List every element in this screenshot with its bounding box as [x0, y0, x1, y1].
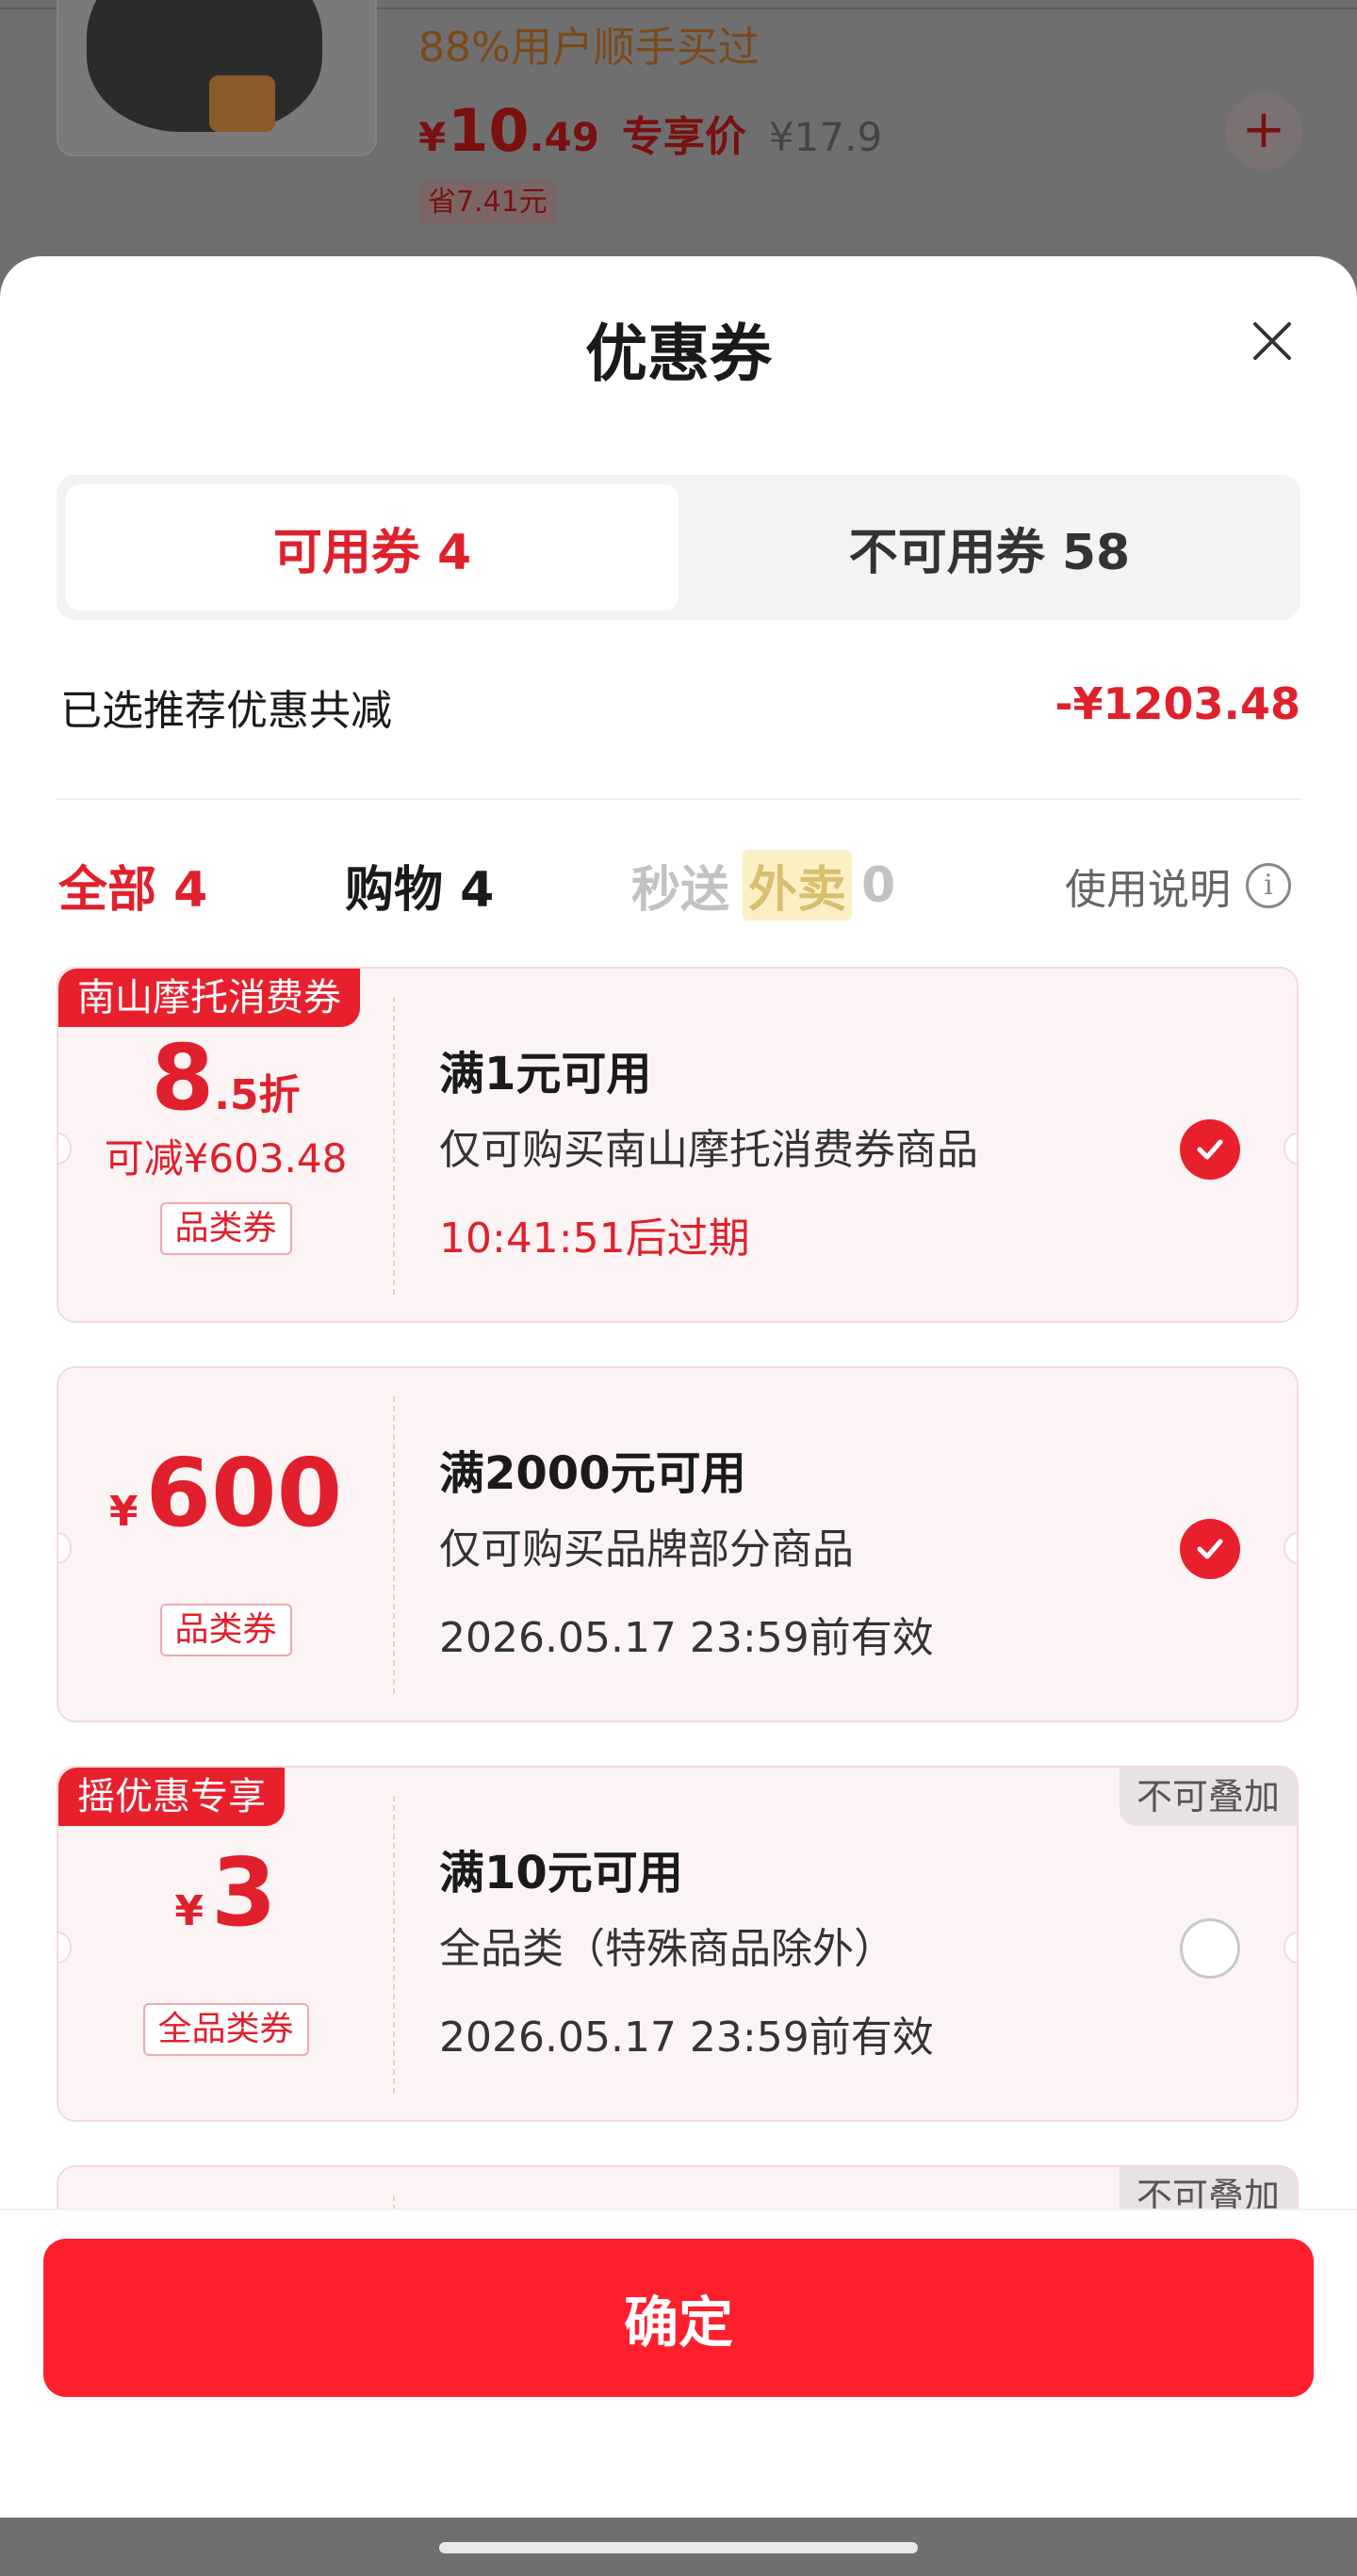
coupon-details: 满1元可用 仅可购买南山摩托消费券商品 10:41:51后过期	[439, 969, 1174, 1321]
price-row: ¥ 10 .49 专享价 ¥17.9	[418, 96, 882, 165]
system-nav-bar	[0, 2518, 1357, 2576]
checkmark-icon	[1197, 1139, 1223, 1160]
ticket-separator	[393, 1396, 395, 1694]
coupon-type-tag: 全品类券	[142, 2003, 309, 2056]
product-thumbnail	[57, 0, 377, 156]
price-integer: 10	[448, 96, 530, 165]
ticket-notch	[1283, 1133, 1297, 1165]
coupon-card[interactable]: 摇优惠专享 不可叠加 ¥3 全品类券 满10元可用 全品类（特殊商品除外） 20…	[57, 1766, 1299, 2122]
ticket-notch	[1283, 1532, 1297, 1564]
discount-small: .5折	[214, 1071, 301, 1119]
coupon-description: 全品类（特殊商品除外）	[439, 1925, 895, 1973]
amount-value: 3	[211, 1837, 277, 1948]
price-currency: ¥	[418, 114, 447, 160]
coupon-title: 满1元可用	[439, 1048, 652, 1101]
info-icon: i	[1246, 863, 1291, 908]
divider	[57, 798, 1300, 800]
selected-check-icon[interactable]	[1180, 1519, 1240, 1579]
coupon-details: 满2000元可用 仅可购买品牌部分商品 2026.05.17 23:59前有效	[439, 1368, 1174, 1720]
coupon-value: 8.5折 可减¥603.48 品类券	[58, 969, 393, 1321]
add-to-cart-icon[interactable]: +	[1225, 92, 1302, 170]
coupon-expiry: 2026.05.17 23:59前有效	[439, 2014, 934, 2062]
save-badge: 省7.41元	[418, 181, 557, 224]
coupon-title: 满10元可用	[439, 1847, 683, 1899]
filter-fast-delivery[interactable]: 秒送 外卖 0	[631, 850, 895, 921]
coupon-value: ¥3 全品类券	[58, 1768, 393, 2120]
discount-rate: 8.5折	[58, 1025, 393, 1131]
original-price: ¥17.9	[768, 114, 883, 160]
background-product-card: 88%用户顺手买过 ¥ 10 .49 专享价 ¥17.9 省7.41元 +	[0, 0, 1357, 283]
tab-available[interactable]: 可用券 4	[66, 484, 678, 611]
ticket-separator	[393, 997, 395, 1295]
takeout-highlight: 外卖	[743, 850, 853, 921]
sheet-title: 优惠券	[585, 318, 772, 390]
close-icon	[1253, 322, 1291, 360]
usage-label: 使用说明	[1065, 866, 1231, 914]
unselected-radio-icon[interactable]	[1180, 1918, 1240, 1979]
discount-summary: 已选推荐优惠共减 -¥1203.48	[57, 677, 1300, 742]
coupon-title: 满2000元可用	[439, 1447, 746, 1500]
price-tag: 专享价	[621, 113, 746, 161]
sheet-footer: 确定	[0, 2209, 1357, 2519]
coupon-value: ¥600 品类券	[58, 1368, 393, 1720]
coupon-card[interactable]: ¥600 品类券 满2000元可用 仅可购买品牌部分商品 2026.05.17 …	[57, 1366, 1299, 1722]
coupon-expiry: 2026.05.17 23:59前有效	[439, 1614, 934, 1662]
social-proof-text: 88%用户顺手买过	[418, 24, 760, 72]
amount-value: 600	[145, 1438, 343, 1548]
coupon-amount: ¥3	[58, 1837, 393, 1948]
confirm-button[interactable]: 确定	[43, 2239, 1314, 2397]
coupon-amount: ¥600	[58, 1438, 393, 1548]
coupon-details: 满10元可用 全品类（特殊商品除外） 2026.05.17 23:59前有效	[439, 1768, 1174, 2120]
close-button[interactable]	[1234, 303, 1310, 379]
summary-label: 已选推荐优惠共减	[60, 687, 392, 735]
coupon-tabs: 可用券 4 不可用券 58	[57, 475, 1300, 620]
coupon-description: 仅可购买南山摩托消费券商品	[439, 1126, 978, 1174]
amount-currency: ¥	[108, 1488, 139, 1536]
summary-amount: -¥1203.48	[1055, 678, 1300, 729]
filter-fast-label: 秒送	[631, 862, 730, 919]
coupon-expiry: 10:41:51后过期	[439, 1215, 750, 1263]
helmet-strap	[209, 75, 275, 132]
ticket-notch	[1283, 1932, 1297, 1964]
usage-instructions-link[interactable]: 使用说明 i	[1065, 856, 1291, 916]
discount-big: 8	[151, 1025, 215, 1131]
amount-currency: ¥	[174, 1887, 204, 1935]
home-indicator[interactable]	[439, 2542, 918, 2553]
filter-all[interactable]: 全部 4	[58, 850, 207, 921]
ticket-separator	[393, 1796, 395, 2094]
tab-unavailable[interactable]: 不可用券 58	[678, 475, 1300, 620]
price-decimal: .49	[529, 114, 599, 160]
filter-bar: 全部 4 购物 4 秒送 外卖 0 使用说明 i	[57, 850, 1300, 925]
filter-shopping[interactable]: 购物 4	[345, 850, 494, 921]
filter-fast-count: 0	[861, 856, 896, 914]
selected-check-icon[interactable]	[1180, 1119, 1240, 1180]
coupon-type-tag: 品类券	[159, 1202, 292, 1255]
coupon-type-tag: 品类券	[159, 1604, 292, 1656]
discount-saving: 可减¥603.48	[104, 1135, 348, 1182]
coupon-card[interactable]: 南山摩托消费券 8.5折 可减¥603.48 品类券 满1元可用 仅可购买南山摩…	[57, 967, 1299, 1323]
coupon-sheet: 优惠券 可用券 4 不可用券 58 已选推荐优惠共减 -¥1203.48 全部 …	[0, 256, 1357, 2521]
helmet-image	[87, 0, 322, 132]
coupon-description: 仅可购买品牌部分商品	[439, 1525, 854, 1573]
checkmark-icon	[1197, 1539, 1223, 1559]
